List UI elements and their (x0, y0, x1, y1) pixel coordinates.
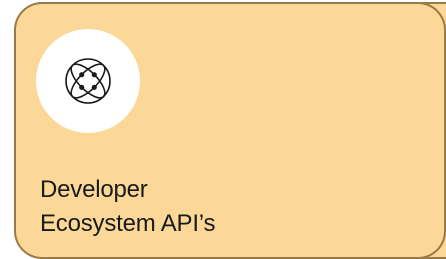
card-title: Developer Ecosystem API’s (40, 173, 215, 241)
card-title-line2: Ecosystem API’s (40, 210, 216, 237)
card-title-line1: Developer (40, 176, 148, 203)
atom-network-icon (65, 58, 111, 104)
icon-badge (36, 29, 140, 133)
developer-ecosystem-card[interactable]: Developer Ecosystem API’s (14, 2, 446, 259)
